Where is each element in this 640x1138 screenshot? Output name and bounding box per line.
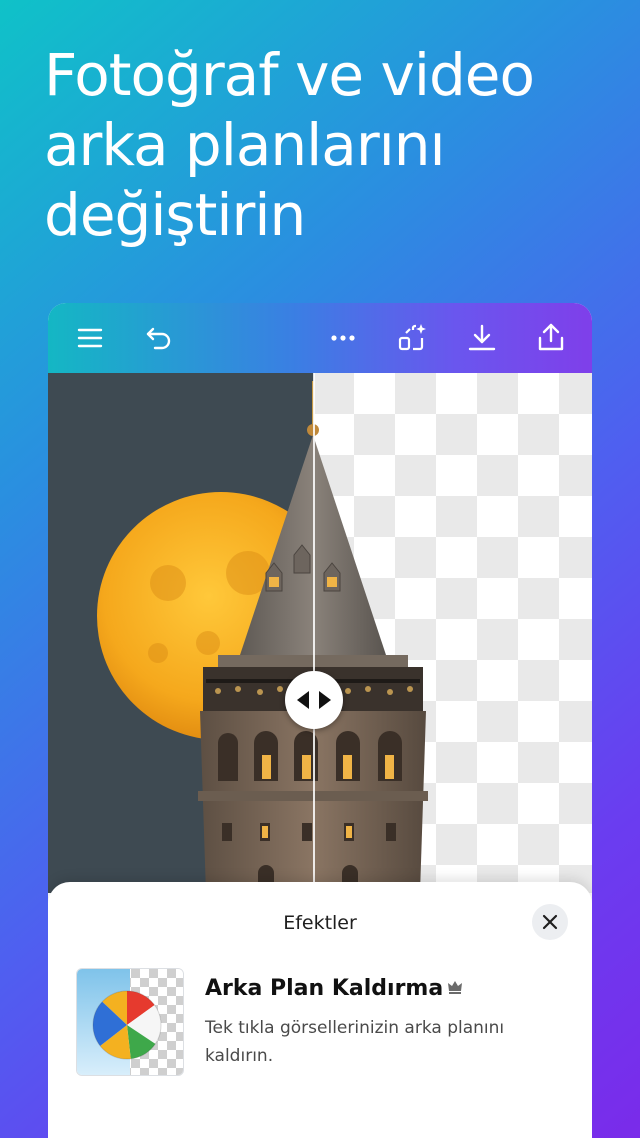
- editor-toolbar: [48, 303, 592, 373]
- crown-icon: [447, 979, 463, 995]
- headline-line-1: Fotoğraf ve video: [44, 41, 535, 109]
- image-canvas[interactable]: [48, 373, 592, 893]
- magic-edit-icon[interactable]: [394, 320, 430, 356]
- galata-tower-photo: [48, 373, 592, 893]
- headline-line-2: arka planlarını: [44, 111, 446, 179]
- compare-divider[interactable]: [313, 373, 315, 893]
- close-button[interactable]: [532, 904, 568, 940]
- more-icon[interactable]: [325, 320, 361, 356]
- sheet-title: Efektler: [283, 912, 357, 934]
- effect-description: Tek tıkla görsellerinizin arka planını k…: [205, 1018, 505, 1066]
- effect-thumbnail: [76, 968, 184, 1076]
- compare-slider-handle[interactable]: [285, 671, 343, 729]
- effects-sheet: Efektler Arka Plan Kaldırma Tek tıkla gö…: [48, 882, 592, 1138]
- share-icon[interactable]: [533, 320, 569, 356]
- headline-line-3: değiştirin: [44, 181, 306, 249]
- menu-icon[interactable]: [72, 320, 108, 356]
- app-preview: Efektler Arka Plan Kaldırma Tek tıkla gö…: [48, 303, 592, 1138]
- effect-item-background-remover[interactable]: Arka Plan Kaldırma Tek tıkla görsellerin…: [76, 968, 576, 1078]
- headline: Fotoğraf ve video arka planlarını değişt…: [44, 40, 624, 250]
- effect-title: Arka Plan Kaldırma: [205, 976, 444, 1001]
- close-icon: [542, 914, 558, 930]
- download-icon[interactable]: [464, 320, 500, 356]
- undo-icon[interactable]: [141, 320, 177, 356]
